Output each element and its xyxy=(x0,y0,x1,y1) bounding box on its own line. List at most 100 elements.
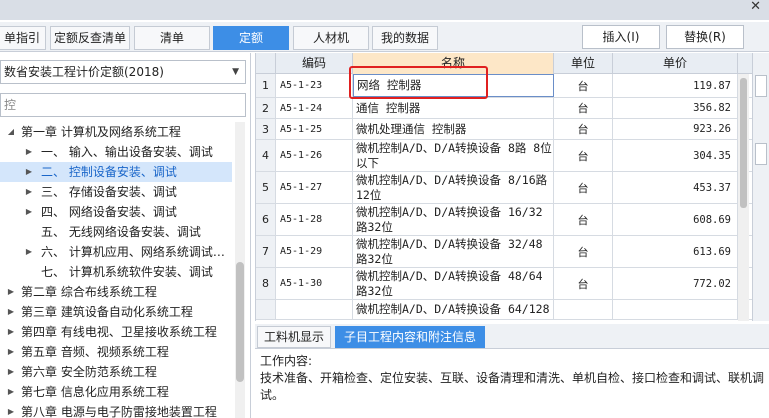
tree-item[interactable]: ▶ 一、 输入、输出设备安装、调试 xyxy=(0,142,232,162)
collapsed-arrow-icon[interactable]: ▶ xyxy=(24,202,34,222)
tree-item[interactable]: 七、 计算机系统软件安装、调试 xyxy=(0,262,232,282)
tab-labor-material-machine[interactable]: 人材机 xyxy=(293,26,369,50)
table-row[interactable]: 2 A5-1-24 通信 控制器台 356.82 xyxy=(256,98,769,119)
cell-unit[interactable]: 台 xyxy=(554,268,613,299)
tree-item-label: 七、 计算机系统软件安装、调试 xyxy=(41,265,213,279)
tab-bill[interactable]: 清单 xyxy=(134,26,210,50)
expanded-arrow-icon[interactable]: ◢ xyxy=(6,122,16,142)
cell-price[interactable]: 119.87 xyxy=(613,74,738,97)
cell-price[interactable]: 453.37 xyxy=(613,172,738,203)
table-row[interactable]: 3 A5-1-25 微机处理通信 控制器台 923.26 xyxy=(256,119,769,140)
cell-price[interactable]: 356.82 xyxy=(613,98,738,118)
cell-code[interactable] xyxy=(276,300,353,319)
collapsed-arrow-icon[interactable]: ▶ xyxy=(24,242,34,262)
cell-name[interactable]: 微机控制A/D、D/A转换设备 32/48路32位 xyxy=(353,236,554,267)
cell-code[interactable]: A5-1-23 xyxy=(276,74,353,97)
cell-name[interactable]: 微机控制A/D、D/A转换设备 16/32路32位 xyxy=(353,204,554,235)
side-button[interactable] xyxy=(755,143,767,165)
tree-item[interactable]: ▶ 二、 控制设备安装、调试 xyxy=(0,162,232,182)
row-number: 2 xyxy=(256,98,276,118)
column-header-price[interactable]: 单价 xyxy=(613,53,738,74)
cell-code[interactable]: A5-1-25 xyxy=(276,119,353,139)
side-button[interactable] xyxy=(755,75,767,97)
tree-item[interactable]: ▶ 四、 网络设备安装、调试 xyxy=(0,202,232,222)
tab-labor-material-display[interactable]: 工料机显示 xyxy=(257,326,331,348)
tree-item-label: 第三章 建筑设备自动化系统工程 xyxy=(21,305,193,319)
table-row[interactable]: 6 A5-1-28 微机控制A/D、D/A转换设备 16/32路32位台 608.69 xyxy=(256,204,769,236)
chevron-down-icon[interactable]: ▼ xyxy=(232,61,239,83)
cell-price[interactable]: 613.69 xyxy=(613,236,738,267)
replace-button[interactable]: 替换(R) xyxy=(666,25,744,49)
tree-item[interactable]: ▶ 第七章 信息化应用系统工程 xyxy=(0,382,232,402)
tab-my-data[interactable]: 我的数据 xyxy=(372,26,438,50)
table-row[interactable]: 1 A5-1-23 网络 控制器台 119.87 xyxy=(256,74,769,98)
cell-code[interactable]: A5-1-28 xyxy=(276,204,353,235)
cell-price[interactable]: 608.69 xyxy=(613,204,738,235)
cell-code[interactable]: A5-1-29 xyxy=(276,236,353,267)
collapsed-arrow-icon[interactable]: ▶ xyxy=(24,142,34,162)
cell-price[interactable] xyxy=(613,300,738,319)
cell-code[interactable]: A5-1-26 xyxy=(276,140,353,171)
collapsed-arrow-icon[interactable]: ▶ xyxy=(6,342,16,362)
cell-price[interactable]: 772.02 xyxy=(613,268,738,299)
collapsed-arrow-icon[interactable]: ▶ xyxy=(24,182,34,202)
table-row[interactable]: 4 A5-1-26 微机控制A/D、D/A转换设备 8路 8位以下台 304.35 xyxy=(256,140,769,172)
tree-item[interactable]: ▶ 第五章 音频、视频系统工程 xyxy=(0,342,232,362)
cell-code[interactable]: A5-1-30 xyxy=(276,268,353,299)
column-header-code[interactable]: 编码 xyxy=(276,53,353,74)
tab-quota[interactable]: 定额 xyxy=(213,26,289,50)
collapsed-arrow-icon[interactable]: ▶ xyxy=(6,402,16,418)
table-row[interactable]: 7 A5-1-29 微机控制A/D、D/A转换设备 32/48路32位台 613.69 xyxy=(256,236,769,268)
quota-library-select[interactable]: 数省安装工程计价定额(2018) ▼ xyxy=(0,60,246,84)
tree-item[interactable]: 五、 无线网络设备安装、调试 xyxy=(0,222,232,242)
cell-name[interactable]: 微机控制A/D、D/A转换设备 64/128 xyxy=(353,300,554,319)
tree-item[interactable]: ◢ 第一章 计算机及网络系统工程 xyxy=(0,122,232,142)
collapsed-arrow-icon[interactable]: ▶ xyxy=(6,362,16,382)
cell-code[interactable]: A5-1-27 xyxy=(276,172,353,203)
tree-item[interactable]: ▶ 六、 计算机应用、网络系统调试… xyxy=(0,242,232,262)
cell-name[interactable]: 微机控制A/D、D/A转换设备 8/16路12位 xyxy=(353,172,554,203)
tree-item[interactable]: ▶ 第二章 综合布线系统工程 xyxy=(0,282,232,302)
close-icon[interactable]: ✕ xyxy=(750,0,761,14)
table-row[interactable]: 8 A5-1-30 微机控制A/D、D/A转换设备 48/64路32位台 772.02 xyxy=(256,268,769,300)
cell-name[interactable]: 通信 控制器 xyxy=(353,98,554,118)
tree-item[interactable]: ▶ 第六章 安全防范系统工程 xyxy=(0,362,232,382)
scrollbar-thumb[interactable] xyxy=(236,262,244,382)
collapsed-arrow-icon[interactable]: ▶ xyxy=(6,282,16,302)
cell-unit[interactable]: 台 xyxy=(554,98,613,118)
tab-work-content-notes[interactable]: 子目工程内容和附注信息 xyxy=(335,326,485,348)
column-header-unit[interactable]: 单位 xyxy=(554,53,613,74)
tree-item-label: 第七章 信息化应用系统工程 xyxy=(21,385,169,399)
cell-unit[interactable]: 台 xyxy=(554,204,613,235)
insert-button[interactable]: 插入(I) xyxy=(582,25,660,49)
cell-name[interactable]: 微机控制A/D、D/A转换设备 48/64路32位 xyxy=(353,268,554,299)
cell-name[interactable]: 微机处理通信 控制器 xyxy=(353,119,554,139)
collapsed-arrow-icon[interactable]: ▶ xyxy=(6,322,16,342)
cell-unit[interactable]: 台 xyxy=(554,236,613,267)
tab-quota-reverse-lookup[interactable]: 定额反查清单 xyxy=(50,26,130,50)
tree-item[interactable]: ▶ 第三章 建筑设备自动化系统工程 xyxy=(0,302,232,322)
cell-unit[interactable]: 台 xyxy=(554,172,613,203)
tree-item[interactable]: ▶ 第八章 电源与电子防雷接地装置工程 xyxy=(0,402,232,418)
cell-code[interactable]: A5-1-24 xyxy=(276,98,353,118)
cell-unit[interactable]: 台 xyxy=(554,74,613,97)
cell-unit[interactable]: 台 xyxy=(554,140,613,171)
cell-unit[interactable]: 台 xyxy=(554,119,613,139)
tree-scrollbar[interactable] xyxy=(235,122,245,418)
collapsed-arrow-icon[interactable]: ▶ xyxy=(6,302,16,322)
scrollbar-thumb[interactable] xyxy=(740,78,747,208)
tree-item[interactable]: ▶ 三、 存储设备安装、调试 xyxy=(0,182,232,202)
cell-unit[interactable] xyxy=(554,300,613,319)
row-number: 3 xyxy=(256,119,276,139)
cell-price[interactable]: 923.26 xyxy=(613,119,738,139)
collapsed-arrow-icon[interactable]: ▶ xyxy=(24,162,34,182)
grid-scrollbar[interactable] xyxy=(738,74,749,321)
tab-guide[interactable]: 单指引 xyxy=(0,26,46,50)
table-row[interactable]: 5 A5-1-27 微机控制A/D、D/A转换设备 8/16路12位台 453.37 xyxy=(256,172,769,204)
collapsed-arrow-icon[interactable]: ▶ xyxy=(6,382,16,402)
table-row[interactable]: 微机控制A/D、D/A转换设备 64/128 xyxy=(256,300,769,320)
cell-name[interactable]: 微机控制A/D、D/A转换设备 8路 8位以下 xyxy=(353,140,554,171)
cell-price[interactable]: 304.35 xyxy=(613,140,738,171)
search-input[interactable]: 控 xyxy=(0,93,246,117)
tree-item[interactable]: ▶ 第四章 有线电视、卫星接收系统工程 xyxy=(0,322,232,342)
